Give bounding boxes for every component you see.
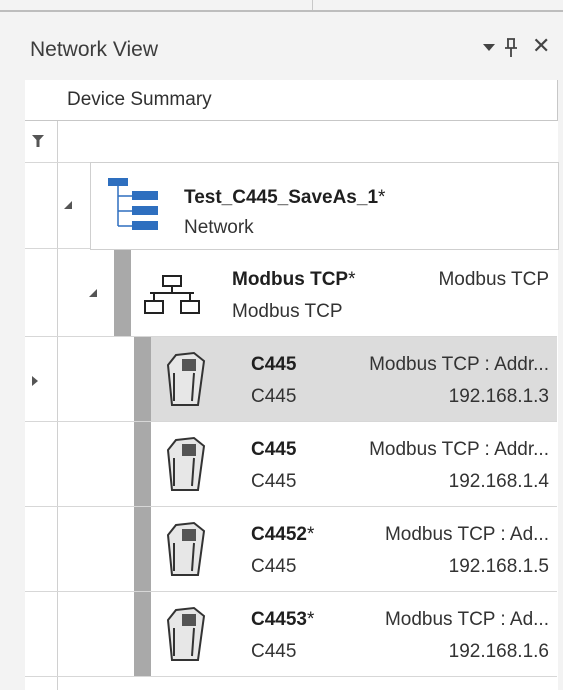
device-name: C4452* (251, 524, 315, 545)
device-row[interactable]: C4452* Modbus TCP : Ad... C445 192.168.1… (151, 507, 557, 591)
device-ip: 192.168.1.4 (448, 471, 549, 492)
current-row-indicator-icon (31, 376, 39, 389)
network-type: Network (184, 217, 254, 238)
row-divider (25, 676, 557, 677)
device-module-icon (166, 521, 206, 576)
column-header-label: Device Summary (67, 89, 212, 110)
row-indicator-column (25, 80, 58, 690)
device-type: C445 (251, 386, 297, 407)
device-type: C445 (251, 556, 297, 577)
device-ip: 192.168.1.3 (448, 386, 549, 407)
column-header[interactable]: Device Summary (25, 80, 558, 121)
collapse-protocol-icon[interactable] (88, 288, 98, 301)
depth-bar (134, 507, 151, 591)
device-name: C445 (251, 439, 297, 460)
close-icon[interactable]: ✕ (532, 35, 550, 57)
collapse-network-icon[interactable] (63, 200, 73, 213)
device-ip: 192.168.1.5 (448, 556, 549, 577)
device-row[interactable]: C445 Modbus TCP : Addr... C445 192.168.1… (151, 422, 557, 506)
device-module-icon (166, 606, 206, 661)
protocol-type: Modbus TCP (232, 301, 343, 322)
splitter-mark (312, 0, 313, 10)
device-type: C445 (251, 471, 297, 492)
protocol-description: Modbus TCP (438, 269, 549, 290)
depth-bar (134, 337, 151, 421)
network-topology-icon (144, 275, 200, 314)
protocol-name: Modbus TCP* (232, 269, 356, 290)
dropdown-icon[interactable] (483, 38, 499, 52)
device-module-icon (166, 351, 206, 406)
device-description: Modbus TCP : Ad... (384, 524, 549, 545)
depth-bar (134, 422, 151, 506)
pin-icon[interactable] (504, 38, 518, 63)
device-description: Modbus TCP : Addr... (369, 354, 549, 375)
panel-titlebar: Network View ✕ (0, 24, 563, 76)
network-tree-icon (108, 178, 158, 230)
device-description: Modbus TCP : Addr... (369, 439, 549, 460)
panel-title: Network View (30, 38, 158, 61)
row-divider (25, 248, 91, 249)
depth-bar (134, 592, 151, 676)
filter-row[interactable] (25, 121, 557, 163)
network-name: Test_C445_SaveAs_1* (184, 187, 386, 208)
device-name: C4453* (251, 609, 315, 630)
device-description: Modbus TCP : Ad... (384, 609, 549, 630)
depth-bar (114, 250, 131, 336)
device-name: C445 (251, 354, 297, 375)
device-type: C445 (251, 641, 297, 662)
device-row[interactable]: C445 Modbus TCP : Addr... C445 192.168.1… (151, 337, 557, 421)
top-strip (0, 0, 563, 10)
device-ip: 192.168.1.6 (448, 641, 549, 662)
device-module-icon (166, 436, 206, 491)
device-row[interactable]: C4453* Modbus TCP : Ad... C445 192.168.1… (151, 592, 557, 676)
filter-icon[interactable] (32, 134, 44, 148)
top-divider (0, 10, 563, 12)
